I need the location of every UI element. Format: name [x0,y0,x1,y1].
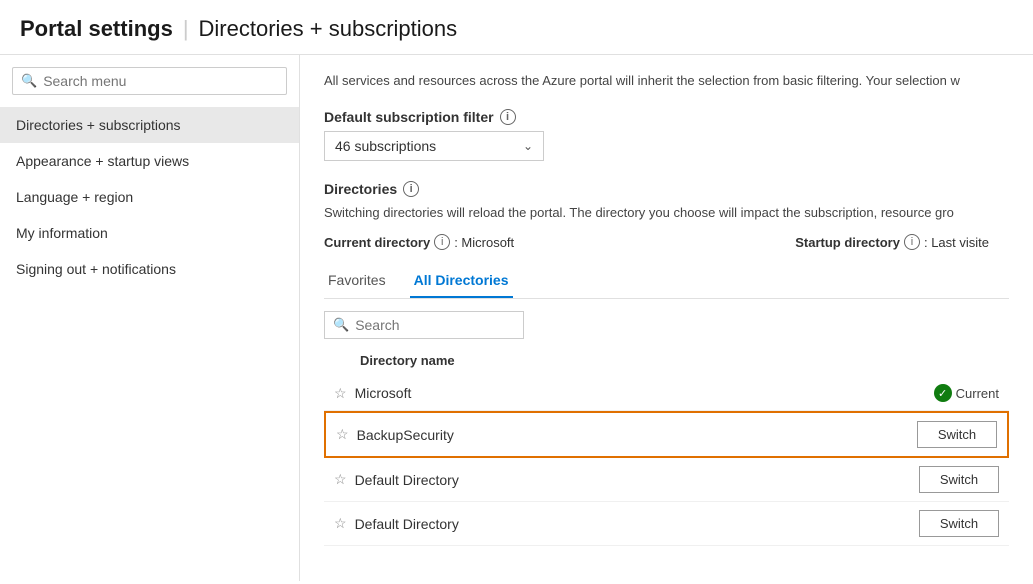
sidebar-item-signout[interactable]: Signing out + notifications [0,251,299,287]
tab-favorites[interactable]: Favorites [324,264,390,298]
directory-search-input[interactable] [355,317,515,333]
star-icon[interactable]: ☆ [334,471,347,488]
startup-dir-info-icon[interactable]: i [904,234,920,250]
search-menu-box[interactable]: 🔍 [12,67,287,95]
directory-name: Default Directory [355,472,919,488]
subscription-filter-value: 46 subscriptions [335,138,436,154]
directory-name: Default Directory [355,516,919,532]
directory-name: BackupSecurity [357,427,917,443]
star-icon[interactable]: ☆ [336,426,349,443]
directory-name: Microsoft [355,385,934,401]
sidebar-item-myinfo[interactable]: My information [0,215,299,251]
sidebar-item-appearance[interactable]: Appearance + startup views [0,143,299,179]
switch-button[interactable]: Switch [917,421,997,448]
directory-table-header: Directory name [324,349,1009,372]
star-icon[interactable]: ☆ [334,385,347,402]
page-header: Portal settings | Directories + subscrip… [0,0,1033,55]
table-row: ☆ Default DirectorySwitch [324,458,1009,502]
main-description: All services and resources across the Az… [324,71,1009,91]
current-directory-label: Current directory [324,235,430,250]
search-menu-input[interactable] [43,73,278,89]
header-subtitle: Directories + subscriptions [199,16,458,42]
startup-directory-value: : Last visite [924,235,989,250]
current-label: Current [956,386,999,401]
directories-section: Directories i Switching directories will… [324,181,1009,547]
switch-button[interactable]: Switch [919,466,999,493]
table-row: ☆ Microsoft✓ Current [324,376,1009,411]
directory-search-box[interactable]: 🔍 [324,311,524,339]
directory-info-row: Current directory i : Microsoft Startup … [324,234,1009,250]
sidebar: 🔍 Directories + subscriptionsAppearance … [0,55,300,581]
sidebar-item-language[interactable]: Language + region [0,179,299,215]
directory-search-row: 🔍 [324,311,1009,339]
table-row: ☆ BackupSecuritySwitch [324,411,1009,458]
subscription-filter-dropdown[interactable]: 46 subscriptions ⌄ [324,131,544,161]
check-icon: ✓ [934,384,952,402]
table-row: ☆ Default DirectorySwitch [324,502,1009,546]
switch-button[interactable]: Switch [919,510,999,537]
star-icon[interactable]: ☆ [334,515,347,532]
main-content: All services and resources across the Az… [300,55,1033,581]
subscription-filter-label: Default subscription filter i [324,109,1009,125]
current-dir-info-icon[interactable]: i [434,234,450,250]
directory-search-icon: 🔍 [333,317,349,333]
dropdown-arrow-icon: ⌄ [523,139,533,153]
directories-description: Switching directories will reload the po… [324,203,1009,223]
tab-all-directories[interactable]: All Directories [410,264,513,298]
startup-directory-label: Startup directory [795,235,900,250]
search-icon: 🔍 [21,73,37,89]
main-layout: 🔍 Directories + subscriptionsAppearance … [0,55,1033,581]
directories-label: Directories i [324,181,1009,197]
subscription-filter-info-icon[interactable]: i [500,109,516,125]
current-directory-value: : Microsoft [454,235,514,250]
directories-info-icon[interactable]: i [403,181,419,197]
portal-settings-title: Portal settings [20,16,173,42]
current-badge: ✓ Current [934,384,999,402]
header-separator: | [183,16,189,42]
sidebar-item-directories[interactable]: Directories + subscriptions [0,107,299,143]
directory-tabs: Favorites All Directories [324,264,1009,299]
